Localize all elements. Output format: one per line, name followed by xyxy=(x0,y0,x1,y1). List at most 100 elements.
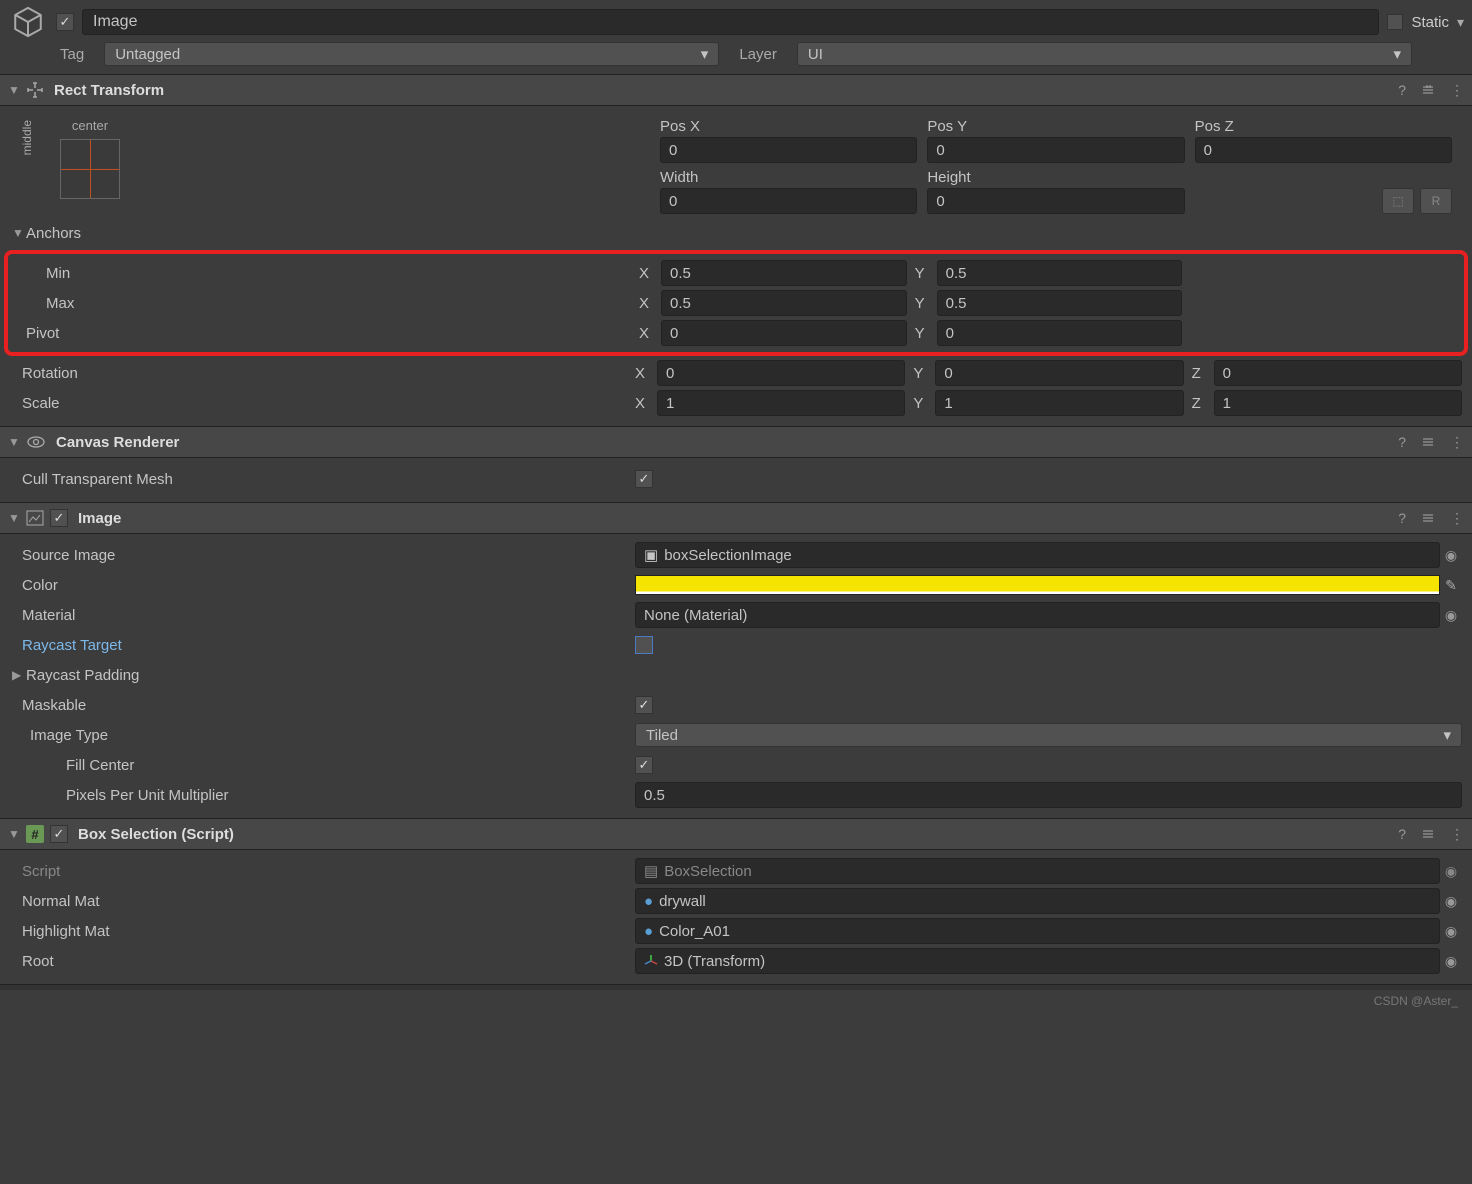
posy-label: Pos Y xyxy=(927,118,1184,135)
foldout-icon[interactable]: ▼ xyxy=(8,511,20,525)
preset-icon[interactable] xyxy=(1420,434,1436,450)
raycast-target-label: Raycast Target xyxy=(10,637,635,654)
maskable-checkbox[interactable] xyxy=(635,696,653,714)
root-field[interactable]: 3D (Transform) xyxy=(635,948,1440,974)
material-field[interactable]: None (Material) xyxy=(635,602,1440,628)
highlighted-region: Min X Y Max X Y Pivot X Y xyxy=(4,250,1468,356)
pivot-x-input[interactable] xyxy=(661,320,907,346)
source-image-field[interactable]: ▣ boxSelectionImage xyxy=(635,542,1440,568)
tag-dropdown[interactable]: Untagged ▾ xyxy=(104,42,719,66)
preset-icon[interactable] xyxy=(1420,826,1436,842)
posy-input[interactable] xyxy=(927,137,1184,163)
scale-x-input[interactable] xyxy=(657,390,905,416)
object-picker-icon[interactable]: ◉ xyxy=(1440,607,1462,624)
box-selection-enabled-checkbox[interactable] xyxy=(50,825,68,843)
normal-mat-label: Normal Mat xyxy=(10,893,635,910)
ppu-input[interactable] xyxy=(635,782,1462,808)
chevron-down-icon: ▾ xyxy=(701,45,709,63)
raw-edit-button[interactable]: R xyxy=(1420,188,1452,214)
normal-mat-value: drywall xyxy=(659,893,706,910)
object-picker-icon[interactable]: ◉ xyxy=(1440,547,1462,564)
width-input[interactable] xyxy=(660,188,917,214)
rect-transform-header[interactable]: ▼ Rect Transform ? ⋮ xyxy=(0,74,1472,106)
rotation-label: Rotation xyxy=(10,365,635,382)
gameobject-active-checkbox[interactable] xyxy=(56,13,74,31)
menu-icon[interactable]: ⋮ xyxy=(1450,434,1464,451)
normal-mat-field[interactable]: ● drywall xyxy=(635,888,1440,914)
anchor-preset-icon xyxy=(60,139,120,199)
menu-icon[interactable]: ⋮ xyxy=(1450,510,1464,527)
scale-y-input[interactable] xyxy=(935,390,1183,416)
rotation-z-input[interactable] xyxy=(1214,360,1462,386)
cull-mesh-checkbox[interactable] xyxy=(635,470,653,488)
box-selection-header[interactable]: ▼ # Box Selection (Script) ? ⋮ xyxy=(0,818,1472,850)
ppu-label: Pixels Per Unit Multiplier xyxy=(10,787,635,804)
anchor-max-y-input[interactable] xyxy=(937,290,1183,316)
script-value: BoxSelection xyxy=(664,863,752,880)
anchor-min-y-input[interactable] xyxy=(937,260,1183,286)
anchors-label: Anchors xyxy=(22,225,647,242)
gameobject-name-input[interactable] xyxy=(82,9,1379,35)
static-checkbox[interactable] xyxy=(1387,14,1403,30)
object-picker-icon[interactable]: ◉ xyxy=(1440,893,1462,910)
anchor-preset-button[interactable]: center xyxy=(40,118,140,214)
canvas-renderer-body: Cull Transparent Mesh xyxy=(0,458,1472,502)
tag-layer-row: Tag Untagged ▾ Layer UI ▾ xyxy=(0,42,1472,74)
menu-icon[interactable]: ⋮ xyxy=(1450,82,1464,99)
canvas-renderer-header[interactable]: ▼ Canvas Renderer ? ⋮ xyxy=(0,426,1472,458)
raycast-target-checkbox[interactable] xyxy=(635,636,653,654)
gameobject-icon xyxy=(8,2,48,42)
image-component-title: Image xyxy=(74,510,1392,527)
help-icon[interactable]: ? xyxy=(1398,82,1406,98)
layer-dropdown[interactable]: UI ▾ xyxy=(797,42,1412,66)
material-sphere-icon: ● xyxy=(644,893,653,910)
eyedropper-icon[interactable]: ✎ xyxy=(1440,577,1462,594)
object-picker-icon[interactable]: ◉ xyxy=(1440,953,1462,970)
rect-transform-title: Rect Transform xyxy=(50,82,1392,99)
height-label: Height xyxy=(927,169,1184,186)
color-swatch[interactable] xyxy=(635,575,1440,595)
image-enabled-checkbox[interactable] xyxy=(50,509,68,527)
box-selection-title: Box Selection (Script) xyxy=(74,826,1392,843)
anchor-min-x-input[interactable] xyxy=(661,260,907,286)
posz-input[interactable] xyxy=(1195,137,1452,163)
anchor-max-x-input[interactable] xyxy=(661,290,907,316)
image-type-label: Image Type xyxy=(10,727,635,744)
chevron-down-icon: ▾ xyxy=(1393,45,1401,63)
pivot-y-input[interactable] xyxy=(937,320,1183,346)
rotation-y-input[interactable] xyxy=(935,360,1183,386)
canvas-renderer-title: Canvas Renderer xyxy=(52,434,1392,451)
image-type-dropdown[interactable]: Tiled ▾ xyxy=(635,723,1462,747)
rect-transform-body: middle center Pos X Pos Y Pos Z Width He… xyxy=(0,106,1472,426)
gameobject-header: Static ▾ xyxy=(0,0,1472,42)
foldout-icon[interactable]: ▼ xyxy=(8,435,20,449)
script-field: ▤ BoxSelection xyxy=(635,858,1440,884)
preset-icon[interactable] xyxy=(1420,510,1436,526)
image-type-value: Tiled xyxy=(646,727,678,744)
image-component-header[interactable]: ▼ Image ? ⋮ xyxy=(0,502,1472,534)
highlight-mat-field[interactable]: ● Color_A01 xyxy=(635,918,1440,944)
anchors-foldout[interactable]: ▼ xyxy=(10,226,22,240)
help-icon[interactable]: ? xyxy=(1398,826,1406,842)
static-dropdown-icon[interactable]: ▾ xyxy=(1457,14,1464,31)
image-component-body: Source Image ▣ boxSelectionImage ◉ Color… xyxy=(0,534,1472,818)
object-picker-icon: ◉ xyxy=(1440,863,1462,880)
height-input[interactable] xyxy=(927,188,1184,214)
scale-z-input[interactable] xyxy=(1214,390,1462,416)
posx-input[interactable] xyxy=(660,137,917,163)
preset-icon[interactable] xyxy=(1420,82,1436,98)
rotation-x-input[interactable] xyxy=(657,360,905,386)
object-picker-icon[interactable]: ◉ xyxy=(1440,923,1462,940)
raycast-padding-foldout[interactable]: ▶ xyxy=(10,668,22,682)
fill-center-checkbox[interactable] xyxy=(635,756,653,774)
foldout-icon[interactable]: ▼ xyxy=(8,83,20,97)
help-icon[interactable]: ? xyxy=(1398,434,1406,450)
help-icon[interactable]: ? xyxy=(1398,510,1406,526)
foldout-icon[interactable]: ▼ xyxy=(8,827,20,841)
tag-label: Tag xyxy=(60,46,84,63)
image-icon xyxy=(26,510,44,526)
blueprint-mode-button[interactable]: ⬚ xyxy=(1382,188,1414,214)
script-icon: # xyxy=(26,825,44,843)
sprite-icon: ▣ xyxy=(644,546,658,564)
menu-icon[interactable]: ⋮ xyxy=(1450,826,1464,843)
